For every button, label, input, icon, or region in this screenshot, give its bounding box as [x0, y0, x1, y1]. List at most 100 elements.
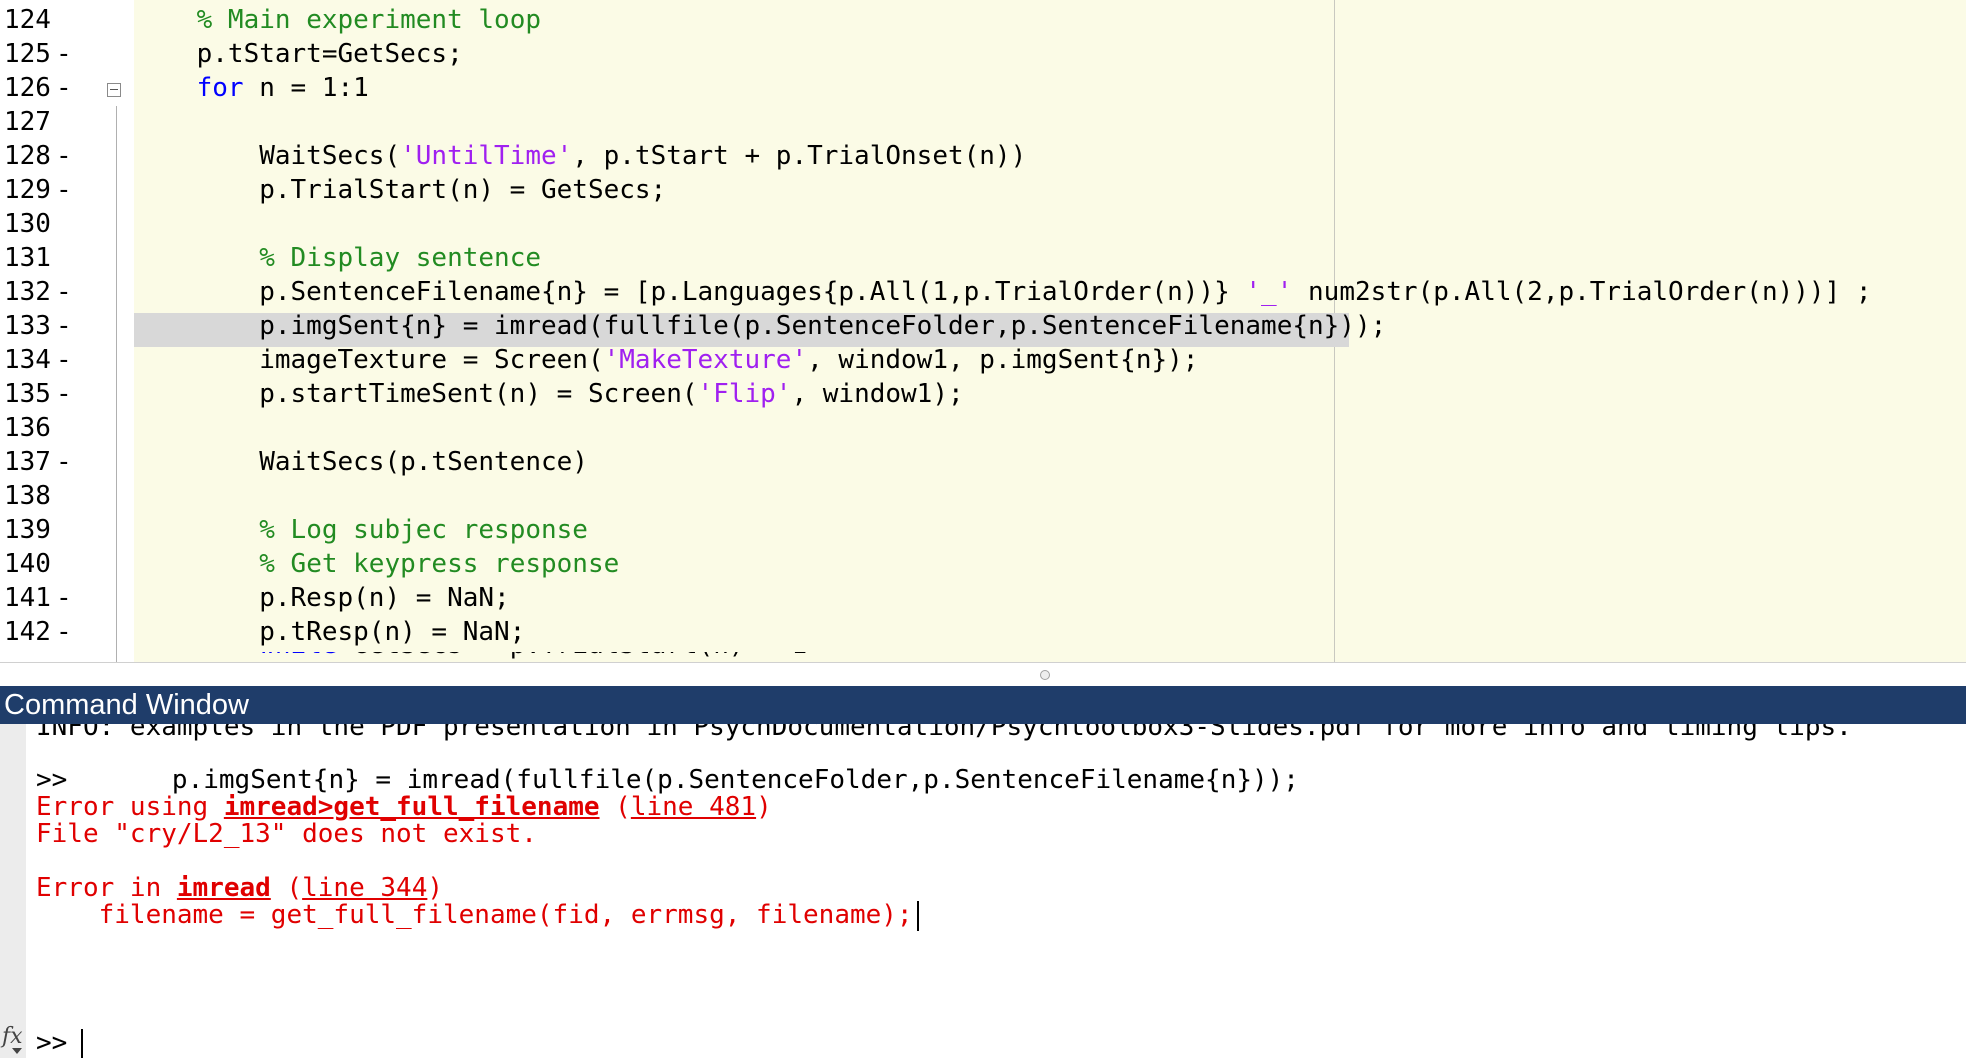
code-editor[interactable]: 124 % Main experiment loop 125- p.tStart=… [0, 0, 1966, 662]
code-line[interactable]: 138 [0, 479, 1966, 513]
line-number: 130 [4, 209, 51, 239]
code-text: num2str(p.All(2,p.TrialOrder(n)))] ; [1292, 277, 1872, 307]
command-window[interactable]: INFO: examples in the PDF presentation i… [0, 724, 1966, 1058]
prompt-symbol: >> [36, 1028, 68, 1058]
code-text: p.startTimeSent(n) = Screen( [134, 379, 698, 409]
executable-line-marker[interactable]: - [56, 37, 72, 71]
code-line[interactable]: 139 % Log subjec response [0, 513, 1966, 547]
error-code: filename = get_full_filename(fid, errmsg… [36, 900, 913, 930]
partial-code-line: while GetSecs - p.TrialStart(n) < 1 [0, 652, 1966, 662]
line-number: 137 [4, 447, 51, 477]
code-line[interactable]: 134- imageTexture = Screen('MakeTexture'… [0, 343, 1966, 377]
keyword: while [259, 652, 337, 660]
code-line[interactable]: 131 % Display sentence [0, 241, 1966, 275]
line-number: 126 [4, 73, 51, 103]
code-text: % Get keypress response [134, 547, 619, 581]
code-comment: % Log subjec response [259, 515, 588, 545]
executable-line-marker[interactable]: - [56, 139, 72, 173]
code-text: WaitSecs(p.tSentence) [134, 445, 588, 479]
code-text: for n = 1:1 [134, 71, 369, 105]
line-number: 127 [4, 107, 51, 137]
code-line[interactable]: 129- p.TrialStart(n) = GetSecs; [0, 173, 1966, 207]
executable-line-marker[interactable]: - [56, 275, 72, 309]
line-number: 132 [4, 277, 51, 307]
command-prompt-input[interactable]: >> [36, 1026, 84, 1058]
executable-line-marker[interactable]: - [56, 581, 72, 615]
code-comment: % Main experiment loop [196, 5, 541, 35]
line-number: 136 [4, 413, 51, 443]
fx-dropdown-arrow-icon[interactable] [12, 1048, 22, 1054]
line-number: 135 [4, 379, 51, 409]
keyword: for [196, 73, 244, 103]
code-line[interactable]: 135- p.startTimeSent(n) = Screen('Flip',… [0, 377, 1966, 411]
line-number: 131 [4, 243, 51, 273]
code-text: imageTexture = Screen( [134, 345, 604, 375]
line-number: 129 [4, 175, 51, 205]
code-text: p.Resp(n) = NaN; [134, 581, 510, 615]
executable-line-marker[interactable]: - [56, 309, 72, 343]
code-text: p.SentenceFilename{n} = [p.Languages{p.A… [134, 275, 1872, 309]
code-text: % Log subjec response [134, 513, 588, 547]
code-line[interactable]: 132- p.SentenceFilename{n} = [p.Language… [0, 275, 1966, 309]
code-line[interactable]: 130 [0, 207, 1966, 241]
code-line[interactable]: 142- p.tResp(n) = NaN; [0, 615, 1966, 649]
code-line[interactable]: 127 [0, 105, 1966, 139]
code-line[interactable]: 133- p.imgSent{n} = imread(fullfile(p.Se… [0, 309, 1966, 343]
code-line[interactable]: 126- for n = 1:1 [0, 71, 1966, 105]
code-text: p.Resp(n) = NaN; [134, 583, 510, 613]
executable-line-marker[interactable]: - [56, 173, 72, 207]
error-line-link[interactable]: line 481 [631, 792, 756, 822]
line-number: 140 [4, 549, 51, 579]
executable-line-marker[interactable]: - [56, 343, 72, 377]
code-line[interactable]: 140 % Get keypress response [0, 547, 1966, 581]
code-line[interactable]: 141- p.Resp(n) = NaN; [0, 581, 1966, 615]
code-text: p.TrialStart(n) = GetSecs; [134, 175, 667, 205]
string-literal: 'Flip' [697, 379, 792, 409]
line-number: 124 [4, 5, 51, 35]
executable-line-marker[interactable]: - [56, 615, 72, 649]
code-text: p.startTimeSent(n) = Screen('Flip', wind… [134, 377, 963, 411]
code-line[interactable]: 124 % Main experiment loop [0, 3, 1966, 37]
code-line[interactable]: 136 [0, 411, 1966, 445]
pane-splitter[interactable] [0, 662, 1966, 686]
code-text: p.tResp(n) = NaN; [134, 617, 526, 647]
error-message: File "cry/L2_13" does not exist. [36, 819, 537, 849]
code-text: GetSecs - p.TrialStart(n) < 1 [338, 652, 807, 660]
string-literal: 'UntilTime' [400, 141, 573, 171]
text-caret [916, 900, 919, 931]
code-line[interactable]: 137- WaitSecs(p.tSentence) [0, 445, 1966, 479]
executable-line-marker[interactable]: - [56, 377, 72, 411]
code-line: while GetSecs - p.TrialStart(n) < 1 [0, 652, 1966, 662]
error-code-line: filename = get_full_filename(fid, errmsg… [36, 898, 919, 932]
code-text: p.tStart=GetSecs; [134, 39, 463, 69]
code-comment: % Display sentence [259, 243, 541, 273]
splitter-grip-icon[interactable] [1040, 670, 1050, 680]
executable-line-marker[interactable]: - [56, 71, 72, 105]
line-number: 141 [4, 583, 51, 613]
code-text: WaitSecs( [134, 141, 401, 171]
code-text: % Display sentence [134, 241, 541, 275]
info-line: INFO: examples in the PDF presentation i… [36, 724, 1852, 742]
code-text: while GetSecs - p.TrialStart(n) < 1 [134, 652, 807, 662]
code-text: p.imgSent{n} = imread(fullfile(p.Sentenc… [134, 311, 1387, 341]
code-text: , window1, p.imgSent{n}); [807, 345, 1199, 375]
command-window-title: Command Window [0, 686, 1966, 724]
code-line[interactable]: 125- p.tStart=GetSecs; [0, 37, 1966, 71]
code-text: p.tResp(n) = NaN; [134, 615, 525, 649]
function-browser-icon[interactable]: fx [2, 1024, 23, 1049]
code-comment: % Get keypress response [259, 549, 620, 579]
code-text: n = 1:1 [243, 73, 369, 103]
code-text: p.TrialStart(n) = GetSecs; [134, 173, 666, 207]
executable-line-marker[interactable]: - [56, 445, 72, 479]
code-line[interactable]: 128- WaitSecs('UntilTime', p.tStart + p.… [0, 139, 1966, 173]
code-text: % Main experiment loop [134, 3, 541, 37]
line-number: 142 [4, 617, 51, 647]
code-text: p.imgSent{n} = imread(fullfile(p.Sentenc… [134, 309, 1386, 343]
code-text: WaitSecs(p.tSentence) [134, 447, 588, 477]
code-text: WaitSecs('UntilTime', p.tStart + p.Trial… [134, 139, 1026, 173]
line-number: 133 [4, 311, 51, 341]
